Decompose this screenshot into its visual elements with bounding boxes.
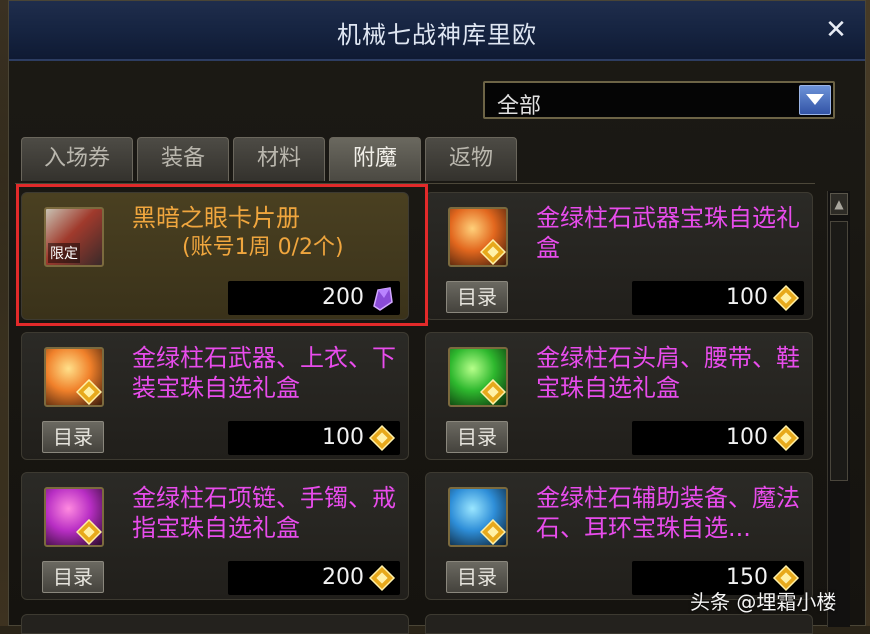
item-price: 200 (322, 565, 364, 590)
catalog-button[interactable]: 目录 (446, 281, 508, 313)
catalog-button[interactable]: 目录 (446, 421, 508, 453)
shop-window: 机械七战神库里欧 ✕ 全部 入场券 装备 材料 附魔 返物 限定 黑暗之眼卡片册… (8, 0, 866, 634)
scroll-up-button[interactable]: ▲ (830, 193, 848, 215)
tab-return[interactable]: 返物 (425, 137, 517, 181)
card-book-icon: 限定 (44, 207, 104, 267)
item-price: 200 (322, 285, 364, 310)
item-name: 金绿柱石项链、手镯、戒指宝珠自选礼盒 (132, 484, 396, 542)
catalog-button[interactable]: 目录 (42, 561, 104, 593)
tab-materials[interactable]: 材料 (233, 137, 325, 181)
item-card-partial[interactable] (21, 614, 409, 634)
item-list-scrollbar[interactable]: ▲ (827, 191, 850, 627)
price-box: 100 (632, 281, 804, 315)
gold-coin-icon (76, 519, 102, 545)
orange-orb-box-icon (44, 347, 104, 407)
item-name: 黑暗之眼卡片册 (账号1周 0/2个) (132, 203, 402, 263)
item-name: 金绿柱石武器、上衣、下装宝珠自选礼盒 (132, 344, 396, 402)
close-button[interactable]: ✕ (821, 15, 851, 45)
title-bar: 机械七战神库里欧 ✕ (9, 1, 865, 61)
limited-badge: 限定 (48, 243, 80, 263)
tab-equipment[interactable]: 装备 (137, 137, 229, 181)
orange-orb-box-icon (448, 207, 508, 267)
price-box: 100 (632, 421, 804, 455)
gold-coin-icon (76, 379, 102, 405)
watermark-text: 头条 @埋霜小楼 (690, 590, 837, 614)
item-card-partial[interactable] (425, 614, 813, 634)
gold-coin-icon (480, 239, 506, 265)
gold-coin-icon (480, 519, 506, 545)
item-card-weapon-orb-box[interactable]: 金绿柱石武器宝珠自选礼盒 目录 100 (425, 192, 813, 320)
tab-enchant[interactable]: 附魔 (329, 137, 421, 181)
gold-coin-icon (480, 379, 506, 405)
pink-orb-box-icon (44, 487, 104, 547)
filter-selected-value: 全部 (497, 94, 542, 119)
gold-coin-icon (772, 284, 800, 312)
item-grid: 限定 黑暗之眼卡片册 (账号1周 0/2个) 200 金绿柱石武器宝珠自选礼盒 … (15, 183, 815, 634)
chevron-down-icon (806, 94, 824, 105)
item-price: 100 (726, 425, 768, 450)
item-price: 100 (322, 425, 364, 450)
item-card-weapon-top-bottom-orb-box[interactable]: 金绿柱石武器、上衣、下装宝珠自选礼盒 目录 100 (21, 332, 409, 460)
category-filter-dropdown[interactable]: 全部 (483, 81, 835, 119)
gold-coin-icon (368, 424, 396, 452)
green-orb-box-icon (448, 347, 508, 407)
item-name: 金绿柱石头肩、腰带、鞋宝珠自选礼盒 (536, 344, 800, 402)
blue-orb-box-icon (448, 487, 508, 547)
item-name: 金绿柱石辅助装备、魔法石、耳环宝珠自选... (536, 484, 800, 542)
price-box: 200 (228, 281, 400, 315)
item-card-dark-eye-card-book[interactable]: 限定 黑暗之眼卡片册 (账号1周 0/2个) 200 (21, 192, 409, 320)
item-card-support-magicstone-earring-orb-box[interactable]: 金绿柱石辅助装备、魔法石、耳环宝珠自选... 目录 150 (425, 472, 813, 600)
price-box: 100 (228, 421, 400, 455)
item-card-necklace-bracelet-ring-orb-box[interactable]: 金绿柱石项链、手镯、戒指宝珠自选礼盒 目录 200 (21, 472, 409, 600)
gold-coin-icon (368, 564, 396, 592)
catalog-button[interactable]: 目录 (42, 421, 104, 453)
window-title: 机械七战神库里欧 (337, 21, 537, 49)
item-price: 100 (726, 285, 768, 310)
item-limit-text: (账号1周 0/2个) (182, 235, 344, 260)
purple-crystal-icon (373, 287, 393, 311)
gold-coin-icon (772, 424, 800, 452)
price-box: 200 (228, 561, 400, 595)
catalog-button[interactable]: 目录 (446, 561, 508, 593)
item-name: 金绿柱石武器宝珠自选礼盒 (536, 204, 800, 262)
item-name-text: 黑暗之眼卡片册 (132, 204, 300, 232)
close-icon: ✕ (825, 15, 847, 45)
chevron-up-icon: ▲ (834, 197, 844, 211)
dropdown-arrow-button[interactable] (799, 85, 831, 115)
item-card-shoulder-belt-shoes-orb-box[interactable]: 金绿柱石头肩、腰带、鞋宝珠自选礼盒 目录 100 (425, 332, 813, 460)
scroll-thumb[interactable] (830, 221, 848, 481)
tab-tickets[interactable]: 入场券 (21, 137, 133, 181)
